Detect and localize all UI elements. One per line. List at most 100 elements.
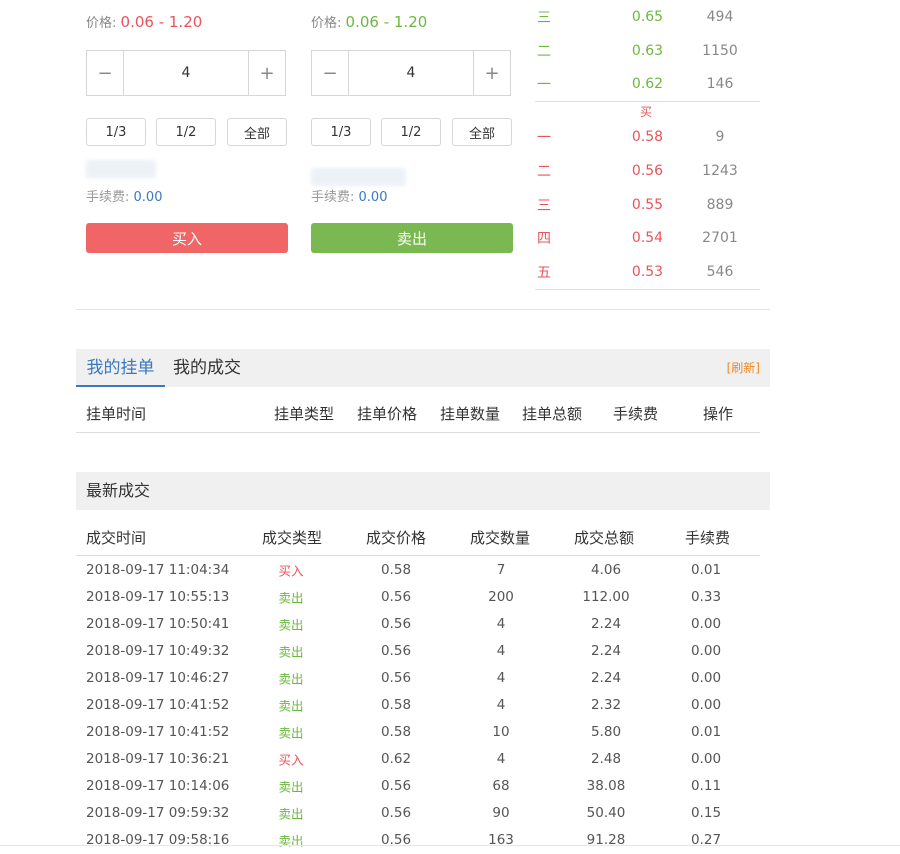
trade-time: 2018-09-17 10:41:52	[86, 723, 230, 740]
trade-price: 0.56	[380, 615, 412, 632]
orders-header-fee: 手续费	[613, 405, 659, 423]
trade-qty: 4	[496, 696, 506, 713]
bid-level: 一	[537, 130, 551, 146]
orders-header-time: 挂单时间	[86, 405, 147, 423]
trade-fee: 0.00	[690, 669, 722, 686]
tab-my-trades[interactable]: 我的成交	[173, 349, 241, 387]
section-divider	[76, 309, 770, 310]
trade-total: 2.24	[590, 642, 622, 659]
ask-level: 二	[537, 44, 551, 60]
buy-redacted-field	[86, 160, 156, 178]
bid-row[interactable]: 二 0.56 1243	[535, 154, 760, 188]
sell-button[interactable]: 卖出	[311, 223, 513, 253]
ask-qty: 146	[706, 76, 734, 92]
orders-header-action: 操作	[703, 405, 734, 423]
trade-total: 38.08	[586, 777, 626, 794]
orders-header-type: 挂单类型	[274, 405, 335, 423]
orders-header-price: 挂单价格	[357, 405, 418, 423]
trade-total: 2.32	[590, 696, 622, 713]
order-book-divider	[535, 101, 760, 102]
trades-header-fee: 手续费	[685, 529, 731, 547]
trade-time: 2018-09-17 11:04:34	[86, 561, 230, 578]
buy-button[interactable]: 买入	[86, 223, 288, 253]
bid-qty: 2701	[702, 230, 738, 246]
bid-price: 0.58	[631, 129, 664, 145]
bid-price: 0.54	[631, 230, 664, 246]
bid-level: 四	[537, 231, 551, 247]
trade-qty: 10	[492, 723, 510, 740]
trade-time: 2018-09-17 10:14:06	[86, 777, 230, 794]
trade-qty: 7	[496, 561, 506, 578]
sell-redacted-field	[311, 168, 406, 186]
sell-fraction-half-button[interactable]: 1/2	[381, 118, 441, 146]
trade-fee: 0.00	[690, 642, 722, 659]
sell-increment-button[interactable]: +	[473, 51, 510, 95]
bid-price: 0.55	[631, 197, 664, 213]
trade-time: 2018-09-17 10:50:41	[86, 615, 230, 632]
ask-qty: 494	[706, 9, 734, 25]
buy-fee-value: 0.00	[133, 190, 163, 205]
bid-row[interactable]: 四 0.54 2701	[535, 221, 760, 255]
order-book-bottom-line	[535, 289, 760, 290]
ask-row[interactable]: 三 0.65 494	[535, 0, 760, 34]
trade-qty: 200	[488, 588, 514, 605]
trade-type: 卖出	[278, 644, 304, 659]
bid-row[interactable]: 一 0.58 9	[535, 120, 760, 154]
buy-fraction-third-button[interactable]: 1/3	[86, 118, 146, 146]
trade-price: 0.58	[380, 723, 412, 740]
trade-price: 0.56	[380, 642, 412, 659]
buy-increment-button[interactable]: +	[248, 51, 285, 95]
buy-fee-label: 手续费:	[86, 190, 130, 205]
trade-fee: 0.00	[690, 696, 722, 713]
table-row: 2018-09-17 10:14:06 卖出 0.56 68 38.08 0.11	[76, 772, 770, 799]
trade-fee: 0.00	[690, 750, 722, 767]
trade-fee: 0.11	[690, 777, 722, 794]
sell-fraction-third-button[interactable]: 1/3	[311, 118, 371, 146]
table-row: 2018-09-17 10:55:13 卖出 0.56 200 112.00 0.33	[76, 583, 770, 610]
sell-price-label: 价格:	[311, 16, 342, 31]
orders-tab-bar: 我的挂单 我的成交 [刷新]	[76, 349, 770, 387]
trade-type: 买入	[278, 752, 304, 767]
trades-header-time: 成交时间	[86, 529, 147, 547]
ask-row[interactable]: 一 0.62 146	[535, 67, 760, 101]
bid-row[interactable]: 三 0.55 889	[535, 188, 760, 222]
buy-quantity-input[interactable]: 4	[124, 51, 248, 95]
refresh-link[interactable]: [刷新]	[727, 349, 760, 387]
sell-price-value: 0.06 - 1.20	[345, 13, 428, 31]
sell-price-range: 价格: 0.06 - 1.20	[311, 12, 427, 31]
buy-quantity-stepper: − 4 +	[86, 50, 286, 96]
orders-header-qty: 挂单数量	[440, 405, 501, 423]
trades-header-type: 成交类型	[262, 529, 323, 547]
sell-fraction-all-button[interactable]: 全部	[452, 118, 512, 146]
buy-fraction-all-button[interactable]: 全部	[227, 118, 287, 146]
sell-decrement-button[interactable]: −	[312, 51, 349, 95]
bid-qty: 546	[706, 264, 734, 280]
trade-type: 卖出	[278, 725, 304, 740]
bid-qty: 9	[715, 129, 725, 145]
trade-type: 卖出	[278, 833, 304, 848]
table-row: 2018-09-17 10:49:32 卖出 0.56 4 2.24 0.00	[76, 637, 770, 664]
latest-trades-header: 最新成交	[76, 472, 770, 510]
trades-header-total: 成交总额	[574, 529, 635, 547]
trade-price: 0.56	[380, 804, 412, 821]
trade-type: 卖出	[278, 590, 304, 605]
bid-qty: 889	[706, 197, 734, 213]
tab-my-orders[interactable]: 我的挂单	[76, 349, 165, 387]
ask-row[interactable]: 二 0.63 1150	[535, 34, 760, 68]
trade-type: 卖出	[278, 806, 304, 821]
table-row: 2018-09-17 11:04:34 买入 0.58 7 4.06 0.01	[76, 556, 770, 583]
ask-level: 一	[537, 77, 551, 93]
trade-time: 2018-09-17 10:36:21	[86, 750, 230, 767]
trade-total: 2.48	[590, 750, 622, 767]
bid-row[interactable]: 五 0.53 546	[535, 255, 760, 289]
buy-decrement-button[interactable]: −	[87, 51, 124, 95]
trade-time: 2018-09-17 09:59:32	[86, 804, 230, 821]
trade-qty: 4	[496, 615, 506, 632]
table-row: 2018-09-17 10:41:52 卖出 0.58 10 5.80 0.01	[76, 718, 770, 745]
buy-fraction-half-button[interactable]: 1/2	[156, 118, 216, 146]
trade-price: 0.58	[380, 696, 412, 713]
sell-quantity-input[interactable]: 4	[349, 51, 473, 95]
ask-price: 0.62	[631, 76, 664, 92]
trade-time: 2018-09-17 10:55:13	[86, 588, 230, 605]
trade-qty: 4	[496, 669, 506, 686]
